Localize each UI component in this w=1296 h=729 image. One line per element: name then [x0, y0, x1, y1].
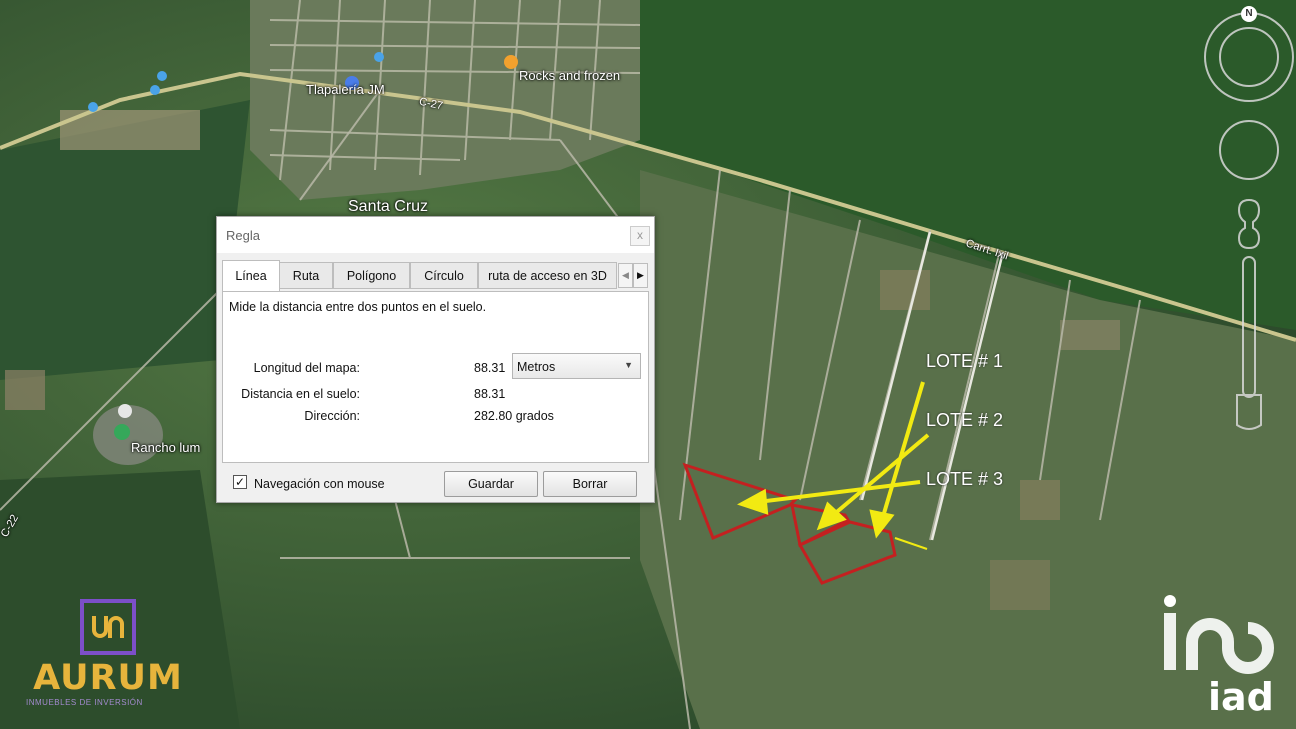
map-length-label: Longitud del mapa: — [253, 361, 360, 375]
direction-label: Dirección: — [304, 409, 360, 423]
lote-1-label: LOTE # 1 — [926, 351, 1004, 371]
tab-linea[interactable]: Línea — [222, 260, 280, 292]
dialog-titlebar[interactable]: Regla x — [217, 217, 654, 253]
unit-select[interactable]: Metros ▼ — [512, 353, 641, 379]
zoom-slider[interactable] — [1241, 257, 1257, 432]
lote-2-label: LOTE # 2 — [926, 410, 1004, 430]
tab-ruta-3d[interactable]: ruta de acceso en 3D — [478, 262, 617, 289]
tab-poligono[interactable]: Polígono — [333, 262, 410, 289]
map-navigation-controls: N — [1203, 5, 1295, 445]
close-icon[interactable]: x — [630, 226, 650, 246]
tab-scroll-right-icon[interactable]: ▶ — [633, 263, 648, 288]
lote-3-label: LOTE # 3 — [926, 469, 1004, 489]
direction-value: 282.80 grados — [474, 409, 554, 423]
iad-logo: iad — [1158, 595, 1288, 725]
ground-distance-value: 88.31 — [474, 387, 506, 401]
aurum-logo: AURUM INMUEBLES DE INVERSIÓN — [20, 598, 200, 713]
north-indicator[interactable]: N — [1241, 6, 1257, 22]
aurum-wordmark: AURUM — [33, 658, 183, 698]
map-length-value: 88.31 — [474, 361, 506, 375]
street-view-pegman-icon[interactable] — [1237, 200, 1261, 252]
ruler-dialog: Regla x Línea Ruta Polígono Círculo ruta… — [216, 216, 655, 503]
map-label-santa-cruz: Santa Cruz — [348, 198, 429, 215]
tab-circulo[interactable]: Círculo — [410, 262, 478, 289]
mouse-navigation-checkbox[interactable]: ✓ — [233, 475, 247, 489]
unit-select-value: Metros — [517, 360, 556, 374]
mouse-navigation-label[interactable]: Navegación con mouse — [254, 477, 385, 491]
move-joystick[interactable] — [1220, 121, 1278, 179]
map-label-tlapaleria[interactable]: Tlapalería JM — [306, 82, 385, 97]
iad-wordmark: iad — [1208, 675, 1274, 719]
map-label-rancho[interactable]: Rancho lum — [131, 440, 200, 455]
map-label-rocks-and-frozen[interactable]: Rocks and frozen — [519, 68, 620, 83]
look-joystick[interactable] — [1220, 28, 1278, 86]
linea-panel: Mide la distancia entre dos puntos en el… — [222, 291, 649, 463]
aurum-tagline: INMUEBLES DE INVERSIÓN — [26, 698, 143, 707]
tab-ruta[interactable]: Ruta — [279, 262, 333, 289]
ground-distance-label: Distancia en el suelo: — [241, 387, 360, 401]
chevron-down-icon: ▼ — [624, 360, 633, 370]
ruler-tabs: Línea Ruta Polígono Círculo ruta de acce… — [222, 260, 649, 292]
save-button[interactable]: Guardar — [444, 471, 538, 497]
dialog-title: Regla — [226, 228, 260, 243]
ruler-description: Mide la distancia entre dos puntos en el… — [229, 300, 487, 314]
tab-scroll-left-icon[interactable]: ◀ — [618, 263, 633, 288]
clear-button[interactable]: Borrar — [543, 471, 637, 497]
